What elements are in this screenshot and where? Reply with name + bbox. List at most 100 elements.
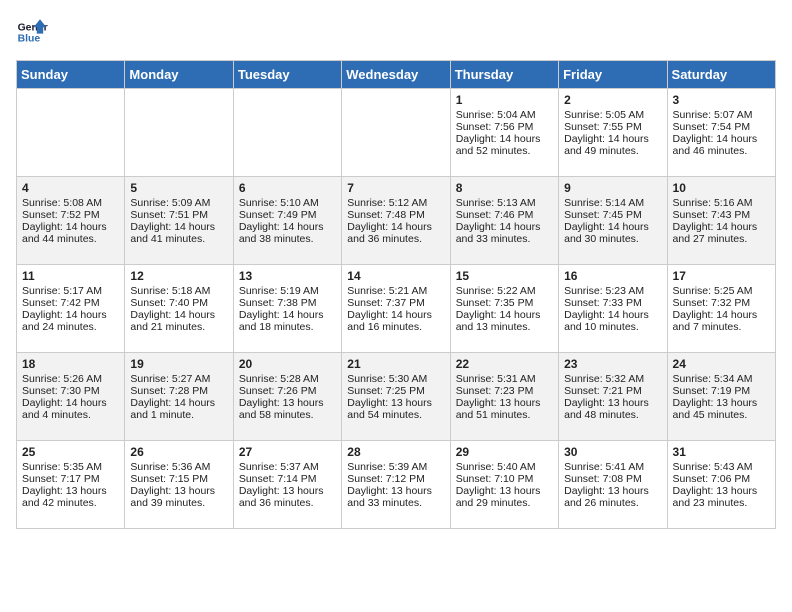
day-info-line: and 42 minutes. — [22, 497, 119, 509]
day-info-line: and 38 minutes. — [239, 233, 336, 245]
day-info-line: Sunset: 7:06 PM — [673, 473, 770, 485]
calendar-day-cell — [342, 89, 450, 177]
day-number: 13 — [239, 269, 336, 283]
day-number: 22 — [456, 357, 553, 371]
day-info-line: and 51 minutes. — [456, 409, 553, 421]
day-info-line: Sunset: 7:25 PM — [347, 385, 444, 397]
day-info-line: and 48 minutes. — [564, 409, 661, 421]
day-info-line: Sunset: 7:42 PM — [22, 297, 119, 309]
day-info-line: and 30 minutes. — [564, 233, 661, 245]
day-info-line: Sunrise: 5:17 AM — [22, 285, 119, 297]
day-info-line: Sunrise: 5:35 AM — [22, 461, 119, 473]
day-info-line: and 33 minutes. — [347, 497, 444, 509]
day-info-line: Sunset: 7:28 PM — [130, 385, 227, 397]
day-number: 20 — [239, 357, 336, 371]
page-header: General Blue — [16, 16, 776, 48]
day-info-line: Daylight: 14 hours — [239, 309, 336, 321]
day-info-line: Sunrise: 5:18 AM — [130, 285, 227, 297]
day-info-line: Daylight: 14 hours — [22, 221, 119, 233]
calendar-day-cell — [17, 89, 125, 177]
day-info-line: Daylight: 14 hours — [564, 221, 661, 233]
calendar-day-cell: 17Sunrise: 5:25 AMSunset: 7:32 PMDayligh… — [667, 265, 775, 353]
day-number: 7 — [347, 181, 444, 195]
day-info-line: and 39 minutes. — [130, 497, 227, 509]
day-info-line: and 16 minutes. — [347, 321, 444, 333]
day-number: 9 — [564, 181, 661, 195]
day-info-line: Sunrise: 5:37 AM — [239, 461, 336, 473]
calendar-day-cell: 27Sunrise: 5:37 AMSunset: 7:14 PMDayligh… — [233, 441, 341, 529]
calendar-day-cell: 30Sunrise: 5:41 AMSunset: 7:08 PMDayligh… — [559, 441, 667, 529]
day-info-line: Daylight: 14 hours — [22, 309, 119, 321]
calendar-day-cell: 23Sunrise: 5:32 AMSunset: 7:21 PMDayligh… — [559, 353, 667, 441]
calendar-day-cell: 18Sunrise: 5:26 AMSunset: 7:30 PMDayligh… — [17, 353, 125, 441]
day-info-line: and 58 minutes. — [239, 409, 336, 421]
day-number: 26 — [130, 445, 227, 459]
calendar-day-cell: 15Sunrise: 5:22 AMSunset: 7:35 PMDayligh… — [450, 265, 558, 353]
day-info-line: Sunset: 7:55 PM — [564, 121, 661, 133]
day-info-line: Daylight: 13 hours — [347, 397, 444, 409]
day-info-line: Daylight: 13 hours — [456, 397, 553, 409]
day-info-line: Sunset: 7:45 PM — [564, 209, 661, 221]
day-info-line: Daylight: 14 hours — [673, 133, 770, 145]
day-info-line: Sunset: 7:48 PM — [347, 209, 444, 221]
day-info-line: Sunrise: 5:39 AM — [347, 461, 444, 473]
day-info-line: Sunrise: 5:23 AM — [564, 285, 661, 297]
calendar-week-row: 4Sunrise: 5:08 AMSunset: 7:52 PMDaylight… — [17, 177, 776, 265]
calendar-week-row: 11Sunrise: 5:17 AMSunset: 7:42 PMDayligh… — [17, 265, 776, 353]
day-info-line: Sunrise: 5:13 AM — [456, 197, 553, 209]
day-info-line: Sunset: 7:56 PM — [456, 121, 553, 133]
calendar-week-row: 25Sunrise: 5:35 AMSunset: 7:17 PMDayligh… — [17, 441, 776, 529]
day-number: 29 — [456, 445, 553, 459]
day-info-line: and 54 minutes. — [347, 409, 444, 421]
day-info-line: Daylight: 13 hours — [130, 485, 227, 497]
calendar-day-cell: 22Sunrise: 5:31 AMSunset: 7:23 PMDayligh… — [450, 353, 558, 441]
day-info-line: and 23 minutes. — [673, 497, 770, 509]
day-info-line: Sunrise: 5:26 AM — [22, 373, 119, 385]
day-info-line: Sunrise: 5:05 AM — [564, 109, 661, 121]
day-info-line: Sunrise: 5:22 AM — [456, 285, 553, 297]
day-info-line: Sunrise: 5:14 AM — [564, 197, 661, 209]
day-info-line: Sunrise: 5:07 AM — [673, 109, 770, 121]
day-info-line: Sunset: 7:33 PM — [564, 297, 661, 309]
day-info-line: Sunrise: 5:36 AM — [130, 461, 227, 473]
day-info-line: Sunset: 7:51 PM — [130, 209, 227, 221]
calendar-day-cell: 26Sunrise: 5:36 AMSunset: 7:15 PMDayligh… — [125, 441, 233, 529]
day-info-line: and 52 minutes. — [456, 145, 553, 157]
day-number: 30 — [564, 445, 661, 459]
day-info-line: Sunrise: 5:04 AM — [456, 109, 553, 121]
day-info-line: Sunset: 7:40 PM — [130, 297, 227, 309]
logo: General Blue — [16, 16, 48, 48]
day-number: 21 — [347, 357, 444, 371]
day-number: 24 — [673, 357, 770, 371]
day-info-line: Sunrise: 5:25 AM — [673, 285, 770, 297]
day-info-line: Daylight: 13 hours — [673, 397, 770, 409]
day-info-line: and 36 minutes. — [239, 497, 336, 509]
day-info-line: Sunrise: 5:34 AM — [673, 373, 770, 385]
calendar-day-cell: 13Sunrise: 5:19 AMSunset: 7:38 PMDayligh… — [233, 265, 341, 353]
day-info-line: Daylight: 14 hours — [673, 221, 770, 233]
day-info-line: Daylight: 13 hours — [456, 485, 553, 497]
day-info-line: Daylight: 14 hours — [130, 221, 227, 233]
calendar-day-cell: 16Sunrise: 5:23 AMSunset: 7:33 PMDayligh… — [559, 265, 667, 353]
logo-icon: General Blue — [16, 16, 48, 48]
day-info-line: Sunrise: 5:32 AM — [564, 373, 661, 385]
weekday-header: Monday — [125, 61, 233, 89]
calendar-week-row: 1Sunrise: 5:04 AMSunset: 7:56 PMDaylight… — [17, 89, 776, 177]
calendar-day-cell: 14Sunrise: 5:21 AMSunset: 7:37 PMDayligh… — [342, 265, 450, 353]
day-number: 6 — [239, 181, 336, 195]
day-info-line: Daylight: 14 hours — [564, 133, 661, 145]
day-info-line: Daylight: 14 hours — [347, 221, 444, 233]
day-info-line: Daylight: 13 hours — [564, 397, 661, 409]
day-info-line: and 21 minutes. — [130, 321, 227, 333]
calendar-day-cell: 2Sunrise: 5:05 AMSunset: 7:55 PMDaylight… — [559, 89, 667, 177]
calendar-day-cell: 20Sunrise: 5:28 AMSunset: 7:26 PMDayligh… — [233, 353, 341, 441]
day-number: 14 — [347, 269, 444, 283]
day-info-line: and 7 minutes. — [673, 321, 770, 333]
calendar-day-cell: 1Sunrise: 5:04 AMSunset: 7:56 PMDaylight… — [450, 89, 558, 177]
day-info-line: Sunset: 7:32 PM — [673, 297, 770, 309]
day-info-line: Daylight: 14 hours — [456, 221, 553, 233]
calendar-day-cell: 25Sunrise: 5:35 AMSunset: 7:17 PMDayligh… — [17, 441, 125, 529]
calendar-day-cell: 5Sunrise: 5:09 AMSunset: 7:51 PMDaylight… — [125, 177, 233, 265]
day-info-line: Sunrise: 5:40 AM — [456, 461, 553, 473]
day-number: 8 — [456, 181, 553, 195]
